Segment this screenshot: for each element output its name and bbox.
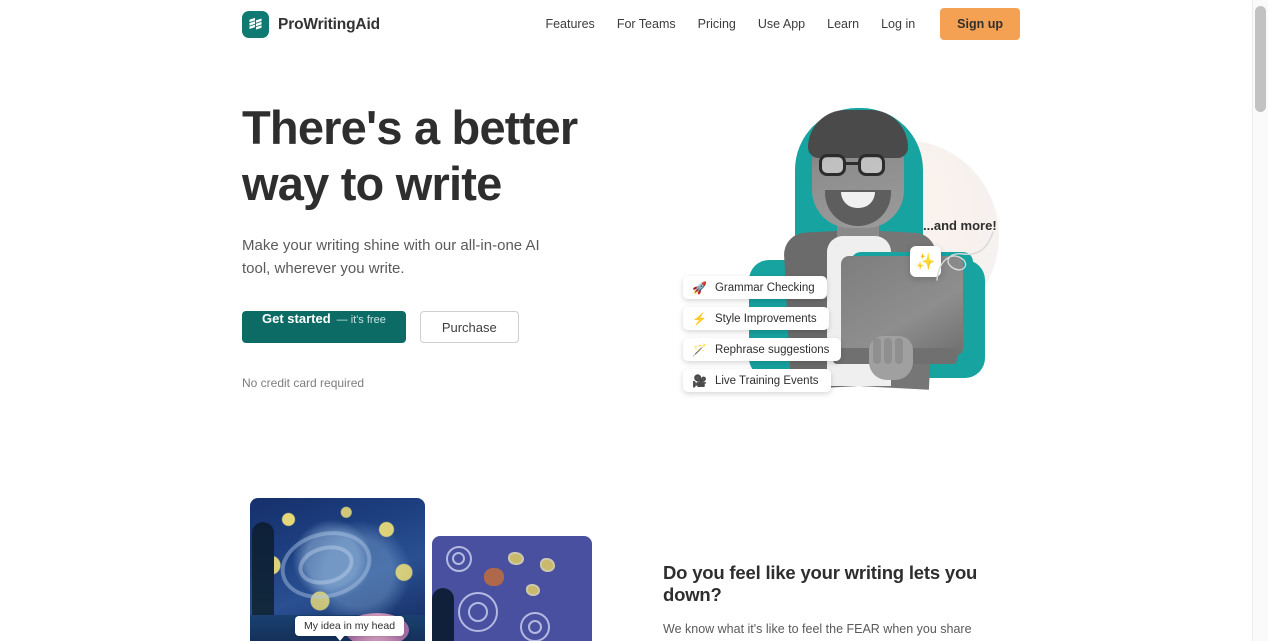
nav-link-log-in[interactable]: Log in	[870, 11, 926, 38]
nav-link-for-teams[interactable]: For Teams	[606, 11, 687, 38]
hero-subtitle: Make your writing shine with our all-in-…	[242, 237, 540, 277]
person-finger	[873, 338, 881, 364]
hero-section: There's a better way to write Make your …	[0, 48, 1252, 488]
artwork-comparison: My idea in my head	[250, 498, 592, 641]
idea-caption-badge: My idea in my head	[295, 616, 405, 641]
crude-sun	[484, 568, 504, 586]
page-canvas: ProWritingAid Features For Teams Pricing…	[0, 0, 1252, 641]
crude-star-blob	[526, 584, 540, 596]
rocket-icon: 🚀	[692, 280, 707, 295]
page-scrollbar-thumb[interactable]	[1255, 6, 1266, 112]
feature-card-live-training-events[interactable]: 🎥 Live Training Events	[683, 369, 831, 392]
crude-star-blob	[508, 552, 524, 565]
glasses-lens-left	[819, 154, 846, 176]
crude-artwork	[432, 536, 592, 641]
glasses-bridge	[846, 162, 858, 165]
person-hair	[808, 110, 908, 158]
magic-wand-icon: 🪄	[692, 342, 707, 357]
no-credit-card-note: No credit card required	[242, 376, 365, 390]
feature-card-list: 🚀 Grammar Checking ⚡ Style Improvements …	[683, 276, 842, 392]
hero-copy: There's a better way to write Make your …	[242, 100, 642, 390]
feature-card-style-improvements[interactable]: ⚡ Style Improvements	[683, 307, 829, 330]
problem-body: We know what it's like to feel the FEAR …	[663, 622, 972, 636]
crude-cypress-tree	[432, 588, 454, 641]
problem-copy: Do you feel like your writing lets you d…	[663, 562, 1023, 641]
and-more-label: ...and more!	[923, 218, 997, 233]
nav-link-pricing[interactable]: Pricing	[687, 11, 747, 38]
hero-cta-group: Get started — it's free Purchase	[242, 311, 642, 343]
hero-illustration: ✨ ...and more! 🚀 Grammar Checking ⚡ Styl…	[655, 100, 1025, 440]
hero-title: There's a better way to write	[242, 101, 578, 210]
sign-up-button[interactable]: Sign up	[940, 8, 1020, 40]
page-scrollbar-track[interactable]	[1252, 0, 1268, 641]
get-started-label: Get started	[262, 311, 331, 326]
site-header: ProWritingAid Features For Teams Pricing…	[0, 0, 1252, 48]
person-finger	[895, 338, 903, 364]
purchase-button[interactable]: Purchase	[419, 311, 519, 343]
feature-card-label: Rephrase suggestions	[714, 343, 830, 356]
get-started-button[interactable]: Get started — it's free	[242, 311, 406, 343]
browser-viewport: ProWritingAid Features For Teams Pricing…	[0, 0, 1268, 641]
crude-spiral	[528, 620, 542, 634]
video-camera-icon: 🎥	[692, 373, 707, 388]
crude-star-blob	[540, 558, 555, 572]
squiggle-arrow-icon	[936, 231, 994, 281]
feature-card-label: Grammar Checking	[714, 281, 815, 294]
feature-card-grammar-checking[interactable]: 🚀 Grammar Checking	[683, 276, 827, 299]
crude-spiral	[468, 602, 488, 622]
brand-name: ProWritingAid	[278, 15, 380, 33]
feature-card-label: Style Improvements	[714, 312, 817, 325]
get-started-note: — it's free	[336, 314, 386, 326]
crude-spiral	[452, 552, 465, 565]
nav-link-learn[interactable]: Learn	[816, 11, 870, 38]
book-logo-icon	[242, 11, 269, 38]
feature-card-label: Live Training Events	[714, 374, 819, 387]
lightning-icon: ⚡	[692, 311, 707, 326]
nav-link-features[interactable]: Features	[534, 11, 605, 38]
problem-section: My idea in my head Do you feel like your…	[0, 488, 1252, 641]
main-navigation: Features For Teams Pricing Use App Learn…	[534, 8, 1020, 40]
problem-title: Do you feel like your writing lets you d…	[663, 562, 978, 605]
glasses-lens-right	[858, 154, 885, 176]
person-finger	[884, 338, 892, 364]
nav-link-use-app[interactable]: Use App	[747, 11, 816, 38]
feature-card-rephrase-suggestions[interactable]: 🪄 Rephrase suggestions	[683, 338, 842, 361]
brand-logo-link[interactable]: ProWritingAid	[242, 11, 380, 38]
